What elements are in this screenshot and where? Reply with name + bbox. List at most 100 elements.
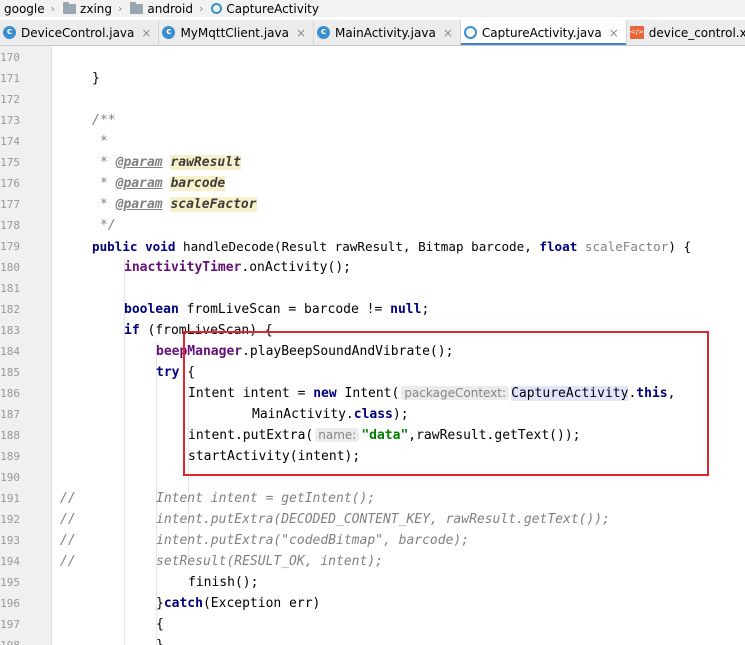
code-line-181: boolean fromLiveScan = barcode != null;: [124, 299, 429, 320]
code-text: {: [156, 617, 164, 632]
line-number: 191: [0, 492, 20, 505]
close-icon[interactable]: ×: [296, 26, 306, 40]
line-number: 184: [0, 345, 20, 358]
line-comment: //: [60, 491, 76, 506]
code-line-193-body: setResult(RESULT_OK, intent);: [156, 551, 383, 572]
line-comment: intent.putExtra("codedBitmap", barcode);: [156, 533, 470, 548]
line-number: 172: [0, 93, 20, 106]
line-comment: //: [60, 554, 76, 569]
doc-comment: /**: [92, 113, 116, 128]
code-line-192: //: [60, 530, 76, 551]
breadcrumb-item-captureactivity[interactable]: CaptureActivity: [207, 2, 319, 16]
keyword: void: [145, 239, 176, 254]
tab-mymqttclient-java[interactable]: c MyMqttClient.java ×: [159, 20, 315, 45]
line-number: 173: [0, 114, 20, 127]
line-comment: //: [60, 512, 76, 527]
code-line-190: //: [60, 488, 76, 509]
code-line-192-body: intent.putExtra("codedBitmap", barcode);: [156, 530, 469, 551]
tab-device-control-xml[interactable]: </> device_control.xml: [627, 20, 745, 45]
code-line-196: {: [156, 614, 164, 635]
line-number: 179: [0, 240, 20, 253]
class-c-icon: c: [162, 26, 176, 39]
line-number: 175: [0, 156, 20, 169]
code-text: }: [156, 596, 164, 611]
line-number: 197: [0, 618, 20, 631]
line-number: 171: [0, 72, 20, 85]
chevron-right-icon: ›: [198, 2, 204, 15]
code-text: ;: [421, 302, 430, 317]
doc-comment: */: [100, 218, 116, 233]
breadcrumb-label: android: [147, 1, 193, 16]
doc-tag: @param: [115, 176, 163, 191]
code-line-172: /**: [92, 110, 115, 131]
tab-label: device_control.xml: [648, 25, 745, 40]
breadcrumb-item-zxing[interactable]: zxing ›: [59, 1, 126, 16]
line-number: 181: [0, 282, 20, 295]
line-number: 174: [0, 135, 20, 148]
folder-icon: [63, 1, 77, 14]
code-line-178: public void handleDecode(Result rawResul…: [92, 236, 691, 257]
doc-comment: *: [100, 155, 116, 170]
line-number: 185: [0, 366, 20, 379]
line-number: 183: [0, 324, 20, 337]
line-number: 194: [0, 555, 20, 568]
breadcrumb-item-google[interactable]: google ›: [0, 2, 59, 16]
code-line-194: finish();: [188, 572, 258, 593]
close-icon[interactable]: ×: [609, 26, 619, 40]
code-text: ) {: [668, 239, 692, 254]
chevron-right-icon: ›: [118, 2, 123, 15]
line-number: 198: [0, 635, 20, 645]
editor-tab-bar: c DeviceControl.java × c MyMqttClient.ja…: [0, 20, 745, 46]
line-number: 192: [0, 513, 20, 526]
breadcrumb-item-android[interactable]: android ›: [126, 1, 207, 16]
line-number: 186: [0, 387, 20, 400]
field-name: inactivityTimer: [124, 260, 242, 275]
doc-tag: @param: [115, 197, 163, 212]
code-line-170: }: [92, 68, 100, 89]
keyword: boolean: [124, 302, 179, 317]
line-comment: //: [60, 533, 76, 548]
unused-parameter: scaleFactor: [577, 239, 669, 254]
close-icon[interactable]: ×: [443, 26, 453, 40]
class-ring-icon: [463, 26, 477, 39]
line-number: 180: [0, 261, 20, 274]
line-number: 182: [0, 303, 20, 316]
doc-param-name: scaleFactor: [170, 197, 257, 212]
keyword: public: [92, 239, 138, 254]
line-number: 188: [0, 429, 20, 442]
tab-captureactivity-java[interactable]: CaptureActivity.java ×: [460, 20, 627, 45]
xml-icon: </>: [629, 26, 644, 39]
code-line-177: */: [100, 215, 116, 236]
tab-devicecontrol-java[interactable]: c DeviceControl.java ×: [0, 20, 160, 45]
doc-comment: *: [100, 197, 116, 212]
keyword: if: [124, 323, 140, 338]
doc-comment: *: [100, 176, 116, 191]
chevron-right-icon: ›: [50, 2, 56, 15]
line-comment: intent.putExtra(DECODED_CONTENT_KEY, raw…: [156, 512, 610, 527]
tab-label: DeviceControl.java: [21, 25, 135, 40]
keyword: try: [156, 365, 180, 380]
code-text: }: [156, 638, 164, 645]
line-number: 189: [0, 450, 20, 463]
code-text: handleDecode(Result rawResult, Bitmap ba…: [175, 239, 540, 254]
keyword: catch: [163, 596, 203, 611]
class-icon: [211, 3, 223, 14]
line-number: 170: [0, 51, 20, 64]
code-line-197: }: [156, 635, 164, 645]
line-number: 190: [0, 471, 20, 484]
code-line-174: * @param rawResult: [100, 152, 241, 173]
doc-tag: @param: [115, 155, 163, 170]
line-number-gutter[interactable]: 170 171 172 173 174 175 176 177 178 179 …: [0, 46, 52, 645]
code-text: finish();: [188, 575, 259, 590]
close-icon[interactable]: ×: [141, 26, 151, 40]
code-text: .onActivity();: [241, 260, 351, 275]
folder-icon: [130, 1, 144, 14]
line-number: 193: [0, 534, 20, 547]
code-line-173: *: [100, 131, 108, 152]
line-number: 187: [0, 408, 20, 421]
tab-mainactivity-java[interactable]: c MainActivity.java ×: [314, 20, 461, 45]
code-text: (Exception err): [202, 596, 321, 611]
line-comment: Intent intent = getIntent();: [156, 491, 376, 506]
tab-label: MyMqttClient.java: [180, 25, 289, 40]
breadcrumb-label: zxing: [80, 1, 113, 16]
